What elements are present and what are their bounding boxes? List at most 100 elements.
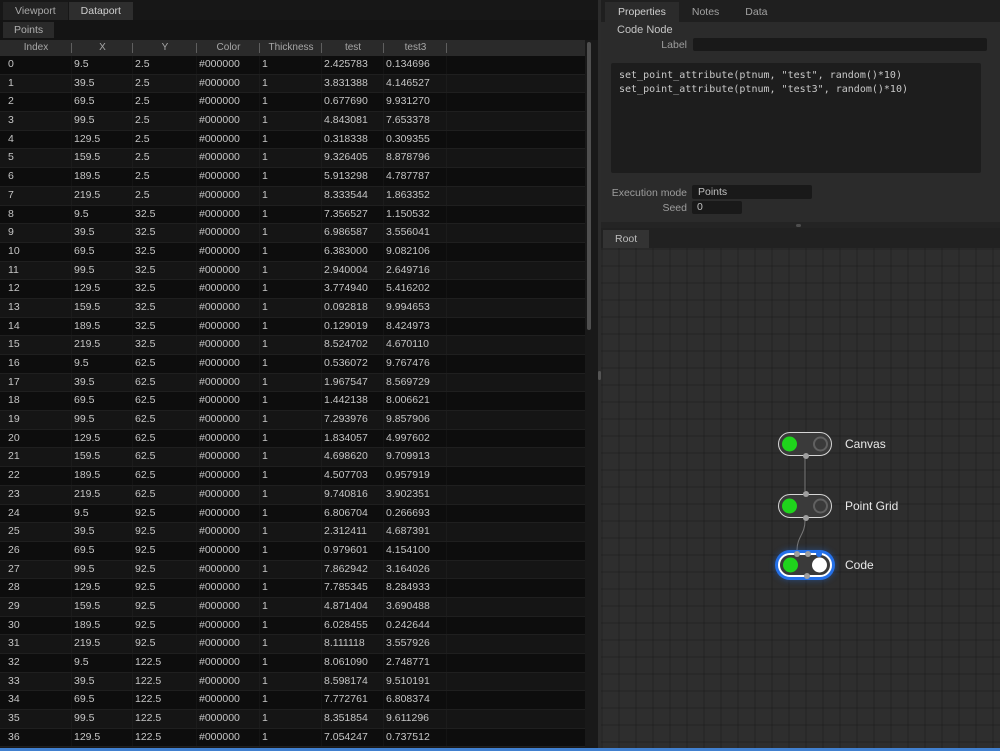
table-row[interactable]: 14 189.5 32.5 #000000 1 0.129019 8.424973: [0, 317, 585, 337]
node-point-grid[interactable]: Point Grid: [778, 491, 898, 521]
table-row[interactable]: 10 69.5 32.5 #000000 1 6.383000 9.082106: [0, 242, 585, 262]
table-row[interactable]: 9 39.5 32.5 #000000 1 6.986587 3.556041: [0, 224, 585, 243]
table-scrollbar[interactable]: [587, 42, 591, 330]
table-row[interactable]: 5 159.5 2.5 #000000 1 9.326405 8.878796: [0, 149, 585, 169]
node-code[interactable]: Code: [778, 551, 874, 579]
tab-dataport[interactable]: Dataport: [68, 2, 133, 20]
column-header-test[interactable]: test: [322, 40, 384, 56]
table-cell: 2: [0, 93, 72, 111]
table-cell: 39.5: [72, 75, 133, 93]
output-connector[interactable]: [803, 515, 809, 521]
table-row[interactable]: 23 219.5 62.5 #000000 1 9.740816 3.902351: [0, 485, 585, 505]
table-row[interactable]: 34 69.5 122.5 #000000 1 7.772761 6.808374: [0, 691, 585, 711]
table-cell: 0.092818: [322, 299, 384, 317]
table-cell: 2.940004: [322, 262, 384, 280]
table-cell-filler: [447, 654, 585, 672]
table-row[interactable]: 16 9.5 62.5 #000000 1 0.536072 9.767476: [0, 355, 585, 374]
table-cell-filler: [447, 131, 585, 149]
node-display-toggle[interactable]: [813, 498, 828, 514]
column-header-color[interactable]: Color: [197, 40, 260, 56]
table-cell: #000000: [197, 243, 260, 261]
table-cell: 5.416202: [384, 280, 447, 298]
node-display-toggle[interactable]: [812, 557, 827, 573]
table-cell: 1: [260, 448, 322, 466]
tab-viewport[interactable]: Viewport: [3, 2, 68, 20]
table-row[interactable]: 8 9.5 32.5 #000000 1 7.356527 1.150532: [0, 205, 585, 225]
table-row[interactable]: 0 9.5 2.5 #000000 1 2.425783 0.134696: [0, 56, 585, 75]
node-enable-toggle[interactable]: [783, 557, 798, 573]
table-row[interactable]: 31 219.5 92.5 #000000 1 8.111118 3.557926: [0, 635, 585, 654]
tab-properties[interactable]: Properties: [605, 2, 679, 22]
table-cell: 129.5: [72, 280, 133, 298]
table-row[interactable]: 32 9.5 122.5 #000000 1 8.061090 2.748771: [0, 654, 585, 673]
table-row[interactable]: 6 189.5 2.5 #000000 1 5.913298 4.787787: [0, 168, 585, 187]
node-enable-toggle[interactable]: [782, 436, 797, 452]
table-cell: #000000: [197, 448, 260, 466]
table-cell: 0.134696: [384, 56, 447, 74]
table-row[interactable]: 12 129.5 32.5 #000000 1 3.774940 5.416202: [0, 280, 585, 299]
node-graph[interactable]: Canvas Point Grid Code: [601, 248, 1000, 748]
table-cell-filler: [447, 206, 585, 224]
tab-points[interactable]: Points: [3, 22, 55, 38]
code-editor[interactable]: set_point_attribute(ptnum, "test", rando…: [611, 63, 981, 173]
table-cell: 4.154100: [384, 542, 447, 560]
table-row[interactable]: 3 99.5 2.5 #000000 1 4.843081 7.653378: [0, 112, 585, 131]
table-row[interactable]: 29 159.5 92.5 #000000 1 4.871404 3.690488: [0, 597, 585, 617]
node-pill[interactable]: [778, 551, 832, 579]
tab-notes[interactable]: Notes: [679, 2, 732, 22]
column-header-y[interactable]: Y: [133, 40, 197, 56]
table-row[interactable]: 7 219.5 2.5 #000000 1 8.333544 1.863352: [0, 186, 585, 206]
table-row[interactable]: 26 69.5 92.5 #000000 1 0.979601 4.154100: [0, 541, 585, 561]
node-pill[interactable]: [778, 491, 832, 521]
execution-mode-select[interactable]: Points: [692, 185, 812, 199]
tab-data[interactable]: Data: [732, 2, 780, 22]
table-row[interactable]: 15 219.5 32.5 #000000 1 8.524702 4.670110: [0, 336, 585, 355]
table-row[interactable]: 17 39.5 62.5 #000000 1 1.967547 8.569729: [0, 373, 585, 393]
table-row[interactable]: 27 99.5 92.5 #000000 1 7.862942 3.164026: [0, 560, 585, 580]
input-connector[interactable]: [803, 491, 809, 497]
input-connector[interactable]: [794, 551, 800, 557]
table-cell: 62.5: [133, 430, 197, 448]
table-cell: 9: [0, 224, 72, 242]
table-row[interactable]: 24 9.5 92.5 #000000 1 6.806704 0.266693: [0, 504, 585, 524]
input-connector[interactable]: [805, 551, 811, 557]
table-row[interactable]: 2 69.5 2.5 #000000 1 0.677690 9.931270: [0, 93, 585, 113]
table-cell: #000000: [197, 168, 260, 186]
table-row[interactable]: 11 99.5 32.5 #000000 1 2.940004 2.649716: [0, 261, 585, 281]
output-connector[interactable]: [803, 453, 809, 459]
node-pill[interactable]: [778, 432, 832, 459]
column-header-x[interactable]: X: [72, 40, 133, 56]
output-connector[interactable]: [804, 573, 810, 579]
column-header-test3[interactable]: test3: [384, 40, 447, 56]
table-row[interactable]: 33 39.5 122.5 #000000 1 8.598174 9.510191: [0, 672, 585, 692]
node-display-toggle[interactable]: [813, 436, 828, 452]
table-row[interactable]: 4 129.5 2.5 #000000 1 0.318338 0.309355: [0, 130, 585, 150]
table-row[interactable]: 21 159.5 62.5 #000000 1 4.698620 9.709913: [0, 448, 585, 468]
table-row[interactable]: 30 189.5 92.5 #000000 1 6.028455 0.242644: [0, 616, 585, 636]
table-row[interactable]: 36 129.5 122.5 #000000 1 7.054247 0.737512: [0, 728, 585, 748]
column-header-thickness[interactable]: Thickness: [260, 40, 322, 56]
column-header-index[interactable]: Index: [0, 40, 72, 56]
table-cell: 17: [0, 374, 72, 392]
table-cell: 39.5: [72, 523, 133, 541]
splitter-handle-icon: [796, 224, 801, 227]
table-cell: 189.5: [72, 318, 133, 336]
table-row[interactable]: 19 99.5 62.5 #000000 1 7.293976 9.857906: [0, 411, 585, 430]
table-row[interactable]: 1 39.5 2.5 #000000 1 3.831388 4.146527: [0, 74, 585, 94]
dataport-panel: Viewport Dataport Points Index X Y Color Thic…: [0, 0, 598, 748]
label-input[interactable]: [693, 38, 987, 51]
table-row[interactable]: 18 69.5 62.5 #000000 1 1.442138 8.006621: [0, 392, 585, 412]
node-enable-toggle[interactable]: [782, 498, 797, 514]
table-row[interactable]: 13 159.5 32.5 #000000 1 0.092818 9.994653: [0, 298, 585, 318]
table-row[interactable]: 25 39.5 92.5 #000000 1 2.312411 4.687391: [0, 523, 585, 542]
table-cell: 7: [0, 187, 72, 205]
table-cell-filler: [447, 280, 585, 298]
table-row[interactable]: 20 129.5 62.5 #000000 1 1.834057 4.997602: [0, 429, 585, 449]
node-canvas[interactable]: Canvas: [778, 432, 886, 459]
seed-input[interactable]: 0: [692, 201, 742, 214]
table-row[interactable]: 22 189.5 62.5 #000000 1 4.507703 0.957919: [0, 467, 585, 486]
tab-root[interactable]: Root: [603, 230, 650, 248]
table-cell: 8.284933: [384, 579, 447, 597]
table-row[interactable]: 28 129.5 92.5 #000000 1 7.785345 8.284933: [0, 579, 585, 598]
table-row[interactable]: 35 99.5 122.5 #000000 1 8.351854 9.611296: [0, 710, 585, 729]
